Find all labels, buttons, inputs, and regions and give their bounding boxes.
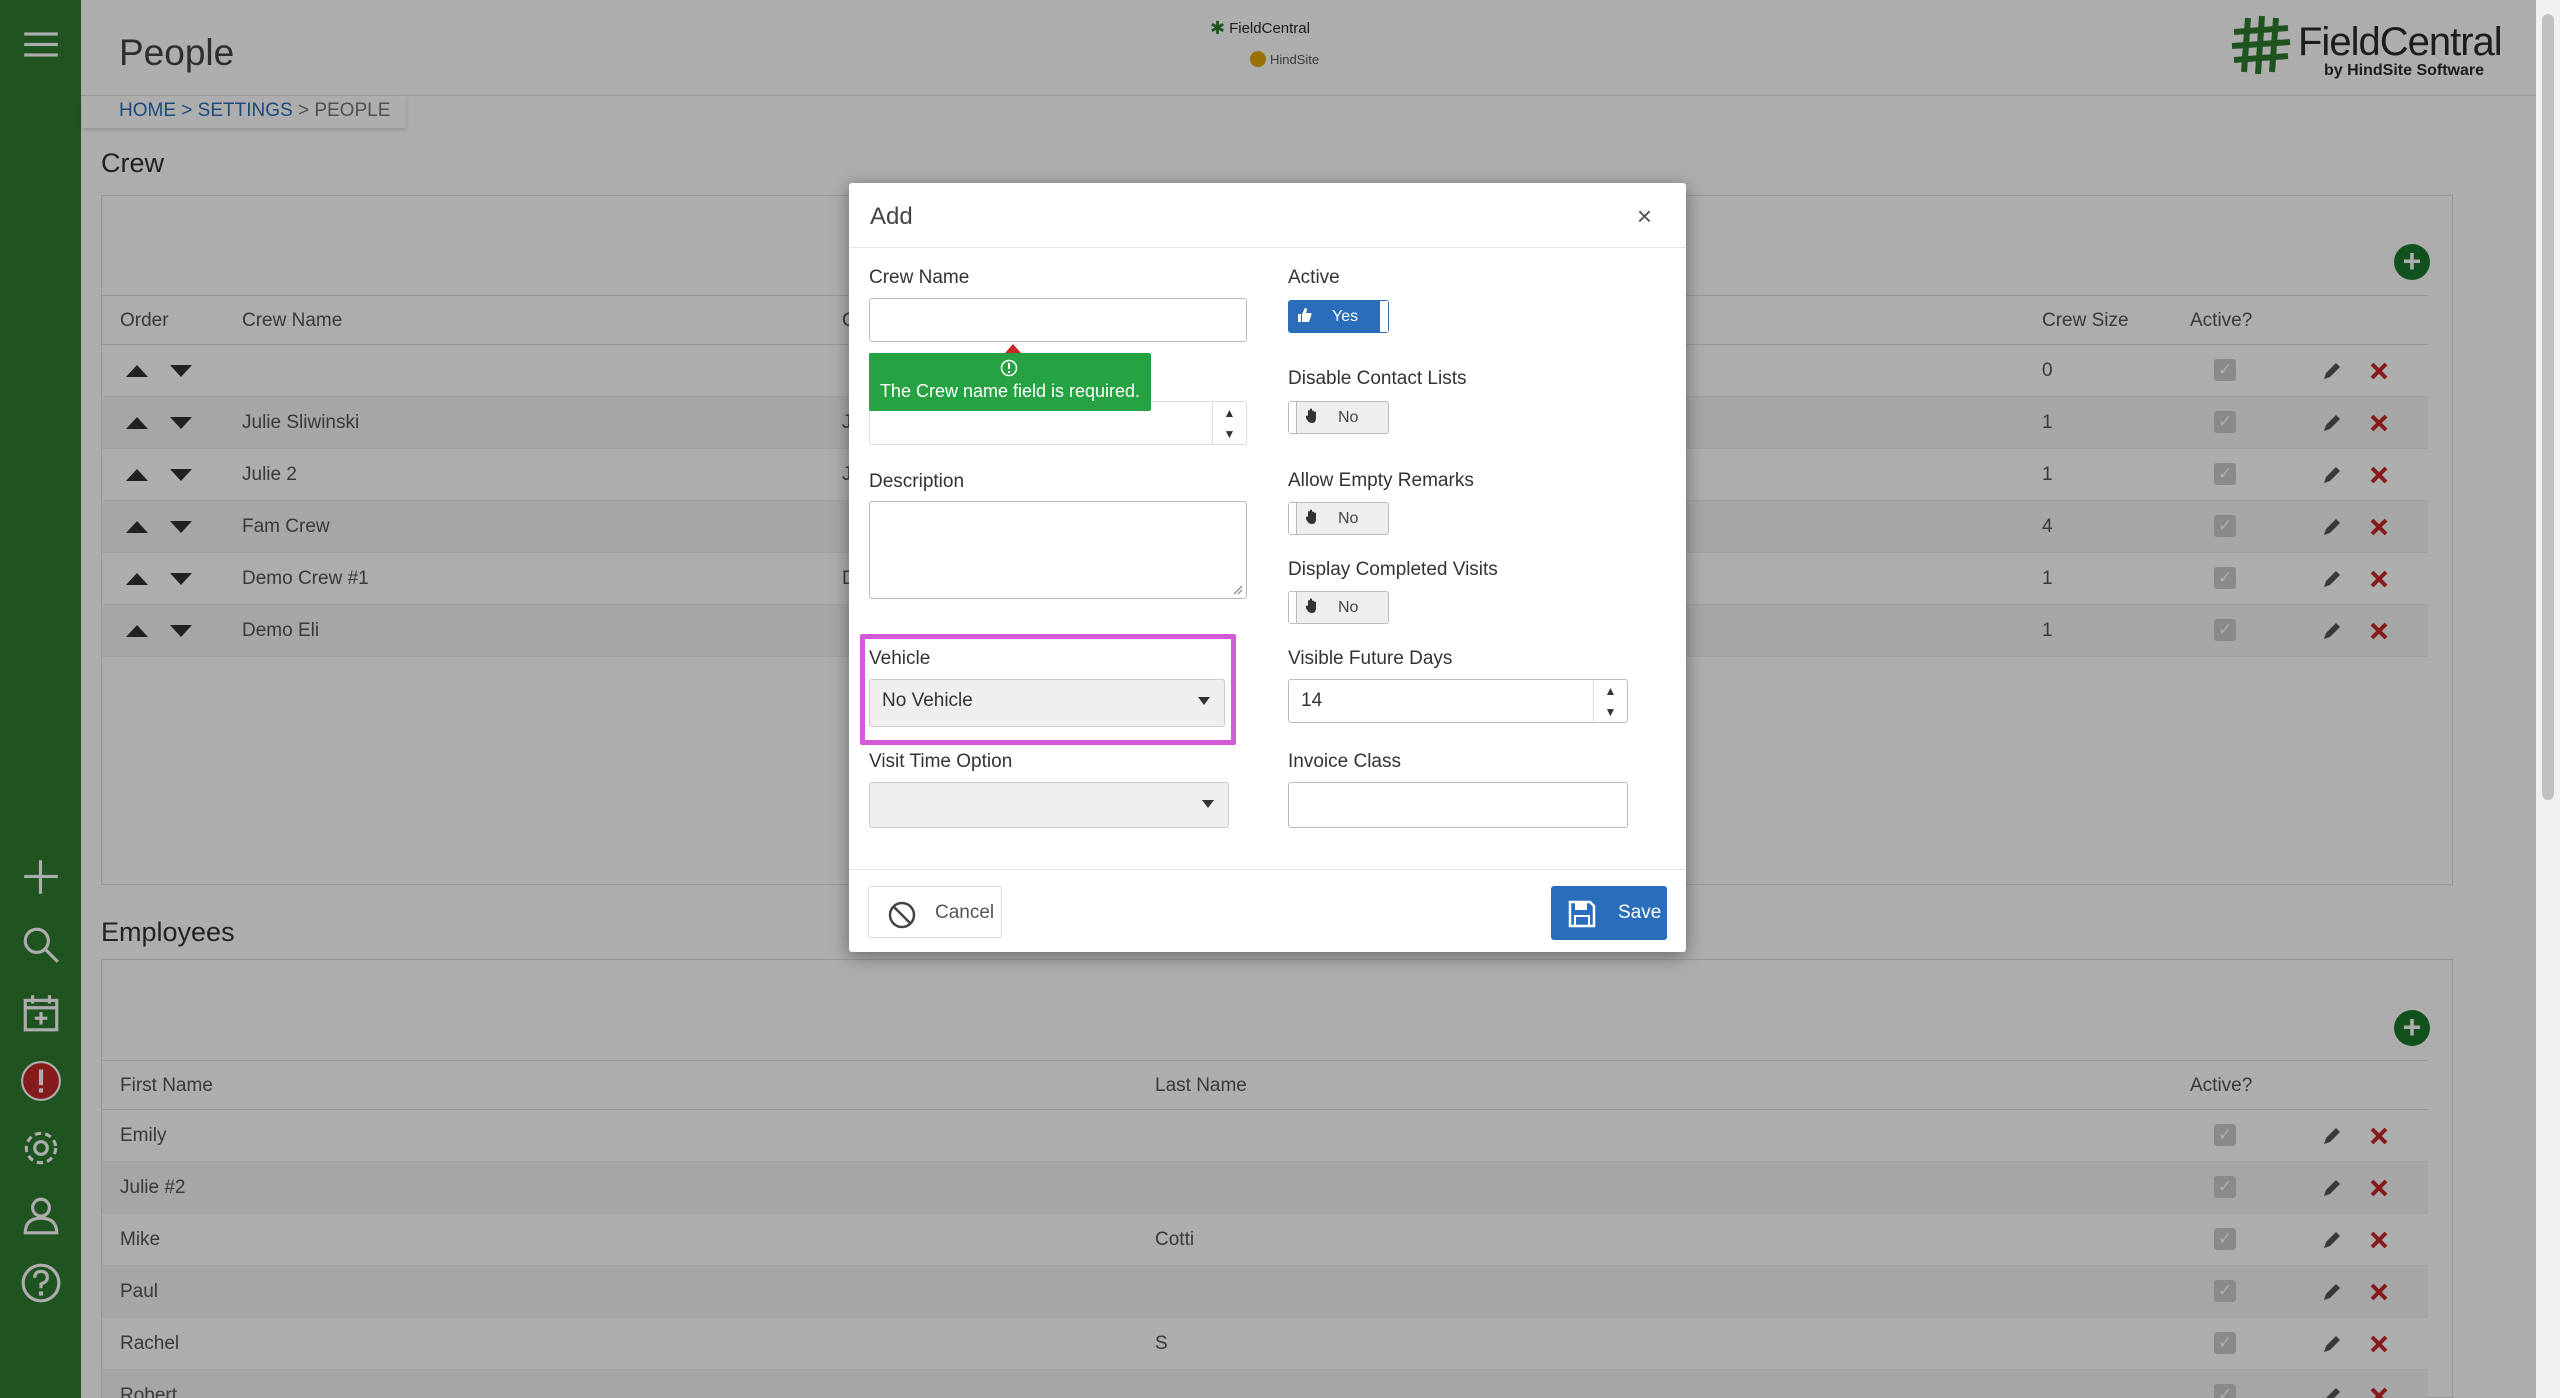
future-days-value: 14 (1301, 690, 1323, 711)
save-button-label: Save (1618, 902, 1662, 923)
invoice-class-input[interactable] (1288, 782, 1628, 828)
vehicle-highlight-box (860, 634, 1236, 745)
cancel-button[interactable]: Cancel (868, 886, 1002, 938)
future-days-input[interactable]: 14 ▲ ▼ (1288, 679, 1628, 723)
display-completed-value: No (1338, 599, 1359, 616)
display-completed-toggle[interactable]: No (1288, 591, 1389, 624)
dialog-footer: Cancel Save (849, 869, 1686, 952)
description-textarea[interactable] (869, 501, 1247, 599)
resize-handle-icon[interactable] (1231, 583, 1243, 595)
disable-contact-toggle[interactable]: No (1288, 401, 1389, 434)
display-completed-label: Display Completed Visits (1288, 559, 1498, 580)
info-icon (1000, 359, 1018, 377)
toggle-knob (1289, 592, 1297, 623)
stepper-up-icon[interactable]: ▲ (1594, 680, 1627, 701)
stepper-down-icon[interactable]: ▼ (1213, 423, 1246, 444)
save-button[interactable]: Save (1551, 886, 1667, 940)
allow-empty-value: No (1338, 510, 1359, 527)
add-crew-dialog: Add × Crew Name ▲ ▼ Description Vehicle … (849, 183, 1686, 952)
active-toggle[interactable]: Yes (1288, 300, 1389, 333)
disable-contact-value: No (1338, 409, 1359, 426)
visit-time-label: Visit Time Option (869, 751, 1013, 772)
cancel-button-label: Cancel (935, 902, 995, 923)
hand-icon (1305, 598, 1319, 619)
visit-time-select[interactable] (869, 782, 1229, 828)
ban-icon (888, 901, 916, 929)
number-stepper[interactable]: ▲ ▼ (1593, 680, 1627, 722)
toggle-knob (1289, 402, 1297, 433)
hand-icon (1305, 509, 1319, 530)
chevron-down-icon (1202, 800, 1214, 808)
future-days-label: Visible Future Days (1288, 648, 1453, 669)
toggle-knob (1289, 503, 1297, 534)
disable-contact-label: Disable Contact Lists (1288, 368, 1467, 389)
close-icon[interactable]: × (1637, 201, 1652, 232)
crew-name-label: Crew Name (869, 267, 970, 288)
hand-icon (1305, 408, 1319, 429)
allow-empty-toggle[interactable]: No (1288, 502, 1389, 535)
active-toggle-label: Yes (1332, 308, 1359, 325)
allow-empty-label: Allow Empty Remarks (1288, 470, 1474, 491)
crew-name-input[interactable] (869, 298, 1247, 342)
page-scrollbar[interactable] (2536, 0, 2560, 1398)
active-label: Active (1288, 267, 1340, 288)
thumbs-up-icon (1297, 307, 1313, 328)
invoice-class-label: Invoice Class (1288, 751, 1401, 772)
dialog-header: Add × (849, 183, 1686, 248)
stepper-down-icon[interactable]: ▼ (1594, 701, 1627, 722)
number-stepper[interactable]: ▲ ▼ (1212, 402, 1246, 444)
validation-message: The Crew name field is required. (879, 381, 1141, 401)
toggle-knob (1380, 301, 1388, 332)
dialog-title: Add (870, 203, 913, 230)
scrollbar-thumb[interactable] (2542, 14, 2554, 800)
validation-tooltip: The Crew name field is required. (869, 344, 1151, 411)
save-icon (1568, 900, 1596, 928)
stepper-up-icon[interactable]: ▲ (1213, 402, 1246, 423)
description-label: Description (869, 471, 965, 492)
